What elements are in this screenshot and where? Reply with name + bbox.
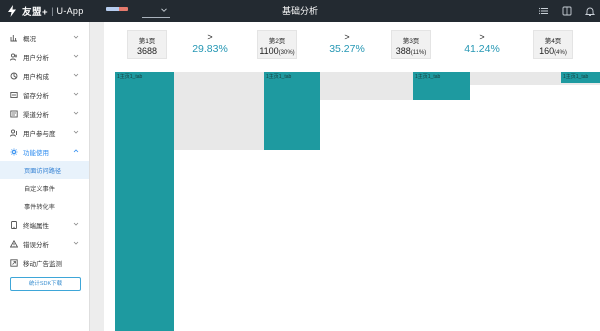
step-value: 160(4%) [539,46,567,56]
flow-node-label: 1主页1_tab [266,74,292,80]
sidebar-item-label: 留存分析 [23,92,49,100]
user-composition-icon [10,72,18,79]
sidebar-item-label: 终端属性 [23,222,49,230]
notification-bell-icon[interactable] [584,4,596,16]
sidebar-item-overview[interactable]: 概况 [0,28,89,47]
step-card[interactable]: 第4页 160(4%) [533,30,573,59]
step-card[interactable]: 第2页 1100(30%) [257,30,297,59]
chevron-down-icon [73,241,79,245]
chevron-up-icon [73,149,79,153]
sidebar-item-ad-monitor[interactable]: 移动广告监测 [0,253,89,272]
top-right-tools [538,4,596,16]
retention-icon [10,91,18,98]
engagement-icon [10,128,17,137]
device-icon [11,220,17,229]
sidebar-item-error-analysis[interactable]: 错误分析 [0,234,89,253]
sidebar-item-label: 用户构成 [23,73,49,81]
list-menu-icon[interactable] [538,4,550,16]
step-arrow: > 35.27% [321,32,373,56]
page-title: 基础分析 [281,6,318,16]
top-navigation-bar: 友盟+ | U-App 基础分析 [0,0,600,22]
chevron-down-icon [73,222,79,226]
conversion-rate: 35.27% [329,43,365,55]
step-label: 第4页 [544,38,562,45]
sidebar-item-label: 渠道分析 [23,111,49,119]
arrow-right-icon: > [207,32,213,42]
chevron-down-icon [73,35,79,39]
flow-link [174,72,264,150]
flow-node-page2[interactable]: 1主页1_tab [264,72,320,150]
sidebar-subitem-page-path[interactable]: 页面访问路径 [0,161,89,179]
step-arrow: > 41.24% [456,32,508,56]
arrow-right-icon: > [479,32,485,42]
flow-node-label: 1主页1_tab [117,74,143,80]
sidebar-item-retention[interactable]: 留存分析 [0,85,89,104]
page-path-flow: 1主页1_tab 1主页1_tab 1主页1_tab 1主页1_tab [104,72,600,331]
sidebar-item-user-analysis[interactable]: 用户分析 [0,47,89,66]
step-label: 第3页 [402,38,420,45]
conversion-rate: 41.24% [464,43,500,55]
conversion-rate: 29.83% [192,43,228,55]
page-funnel-steps: 第1页 3688 > 29.83% 第2页 1100(30%) > 35.27%… [104,30,600,66]
flow-node-page4[interactable]: 1主页1_tab [561,72,600,83]
main-content: 第1页 3688 > 29.83% 第2页 1100(30%) > 35.27%… [104,22,600,331]
flow-node-page3[interactable]: 1主页1_tab [413,72,470,100]
sidebar-item-label: 功能使用 [23,149,49,157]
flow-node-label: 1主页1_tab [415,74,441,80]
sidebar-item-label: 移动广告监测 [23,260,62,268]
flow-node-page1[interactable]: 1主页1_tab [115,72,174,331]
sidebar-item-label: 错误分析 [23,241,49,249]
sidebar-item-engagement[interactable]: 用户参与度 [0,123,89,142]
error-icon [10,239,18,247]
sidebar-subitem-custom-events[interactable]: 自定义事件 [0,179,89,197]
chevron-down-icon [73,73,79,77]
ad-monitor-icon [10,258,18,267]
sidebar-item-label: 用户参与度 [23,130,56,138]
step-arrow: > 29.83% [184,32,236,56]
overview-icon [10,34,17,41]
arrow-right-icon: > [344,32,350,42]
step-card[interactable]: 第3页 388(11%) [391,30,431,59]
sidebar-item-device[interactable]: 终端属性 [0,215,89,234]
step-value: 3688 [136,46,158,56]
step-value: 388(11%) [395,46,427,56]
sidebar: 概况 用户分析 用户构成 留存分析 渠道分析 用户参与度 功能使用 页面访问路径… [0,22,90,331]
sidebar-item-user-composition[interactable]: 用户构成 [0,66,89,85]
chevron-down-icon [73,92,79,96]
sidebar-item-feature-usage[interactable]: 功能使用 [0,142,89,161]
feature-usage-icon [10,148,18,155]
flow-node-label: 1主页1_tab [563,74,589,80]
step-label: 第2页 [268,38,286,45]
chevron-down-icon [73,54,79,58]
user-analysis-icon [10,52,17,61]
sidebar-item-label: 概况 [23,35,36,43]
book-help-icon[interactable] [561,4,573,16]
chevron-down-icon [73,130,79,134]
sidebar-item-label: 用户分析 [23,54,49,62]
step-card[interactable]: 第1页 3688 [127,30,167,59]
chevron-down-icon [73,111,79,115]
channel-icon [10,110,18,117]
sidebar-subitem-event-conversion[interactable]: 事件转化率 [0,197,89,215]
sidebar-item-channel[interactable]: 渠道分析 [0,104,89,123]
flow-link [320,72,413,100]
step-value: 1100(30%) [259,46,295,56]
step-label: 第1页 [138,38,156,45]
sdk-download-button[interactable]: 统计SDK下载 [10,277,81,291]
